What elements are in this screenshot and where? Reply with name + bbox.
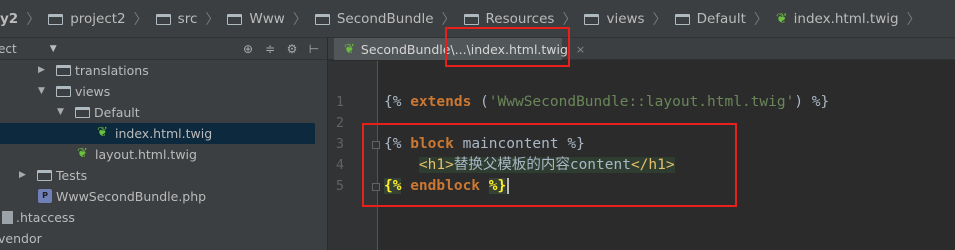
annotation-box-code [362, 123, 737, 207]
folder-icon [463, 14, 479, 25]
breadcrumb-label: Resources [485, 10, 555, 27]
breadcrumb-item-project[interactable]: y2 [0, 8, 20, 30]
breadcrumb-item-secondbundle[interactable]: SecondBundle [313, 8, 436, 30]
project-panel-header: ect ▼ ⊕ ≑ ⚙ ⊢ [0, 38, 327, 60]
folder-icon [227, 14, 243, 25]
collapse-icon[interactable]: ≑ [263, 42, 277, 56]
folder-icon [56, 86, 71, 97]
code-line-1: {% extends ('WwwSecondBundle::layout.htm… [384, 92, 829, 113]
chevron-down-icon[interactable]: ▼ [50, 44, 57, 54]
twig-delimiter: {% [384, 94, 402, 110]
collapse-arrow-icon[interactable]: ▼ [57, 107, 64, 117]
breadcrumb-item-src[interactable]: src [154, 8, 200, 30]
line-number: 5 [335, 178, 344, 194]
gear-icon[interactable]: ⚙ [285, 42, 299, 56]
tree-item-label: WwwSecondBundle.php [56, 189, 207, 204]
tree-item-translations[interactable]: ▶ translations [0, 60, 327, 81]
tree-item-label: .htaccess [16, 210, 75, 225]
breadcrumb-label: index.html.twig [793, 10, 899, 27]
breadcrumb-separator-icon: 〉 [205, 11, 220, 28]
folder-icon [584, 14, 600, 25]
breadcrumb-item-project2[interactable]: project2 [46, 8, 127, 30]
breadcrumb-label: SecondBundle [336, 10, 434, 27]
project-view-selector[interactable]: ect [0, 42, 17, 56]
line-number: 2 [335, 115, 344, 131]
folder-icon [314, 14, 330, 25]
twig-file-icon: ❦ [77, 146, 88, 161]
breadcrumb-label: project2 [70, 10, 126, 27]
paren: ) [794, 94, 804, 110]
line-number: 3 [335, 136, 344, 152]
line-number: 1 [335, 94, 344, 110]
hide-icon[interactable]: ⊢ [307, 42, 321, 56]
php-file-icon: P [38, 189, 52, 203]
breadcrumb-separator-icon: 〉 [562, 11, 577, 28]
tree-item-label: index.html.twig [115, 126, 213, 141]
tree-item-label: vendor [0, 231, 42, 246]
breadcrumb-separator-icon: 〉 [292, 11, 307, 28]
editor-tab-bar: ❦ SecondBundle\ ...\index.html.twig × [328, 38, 955, 60]
tree-item-label: layout.html.twig [95, 147, 197, 162]
folder-icon [48, 14, 64, 25]
folder-icon [674, 14, 690, 25]
breadcrumb-separator-icon: 〉 [906, 11, 921, 28]
breadcrumb-label: views [606, 10, 645, 27]
tree-item-bundle-php[interactable]: P WwwSecondBundle.php [0, 186, 327, 207]
twig-file-icon: ❦ [97, 125, 108, 140]
breadcrumb-separator-icon: 〉 [26, 11, 41, 28]
tree-item-label: translations [75, 63, 149, 78]
tree-item-views[interactable]: ▼ views [0, 81, 327, 102]
expand-arrow-icon[interactable]: ▶ [19, 170, 26, 180]
twig-file-icon: ❦ [344, 41, 355, 57]
project-tree: ▶ translations ▼ views ▼ Default ❦ index… [0, 60, 327, 250]
breadcrumb-label: Default [696, 10, 746, 27]
breadcrumb-separator-icon: 〉 [652, 11, 667, 28]
string-literal: 'WwwSecondBundle::layout.html.twig' [488, 94, 795, 110]
tree-item-layout-twig[interactable]: ❦ layout.html.twig [0, 144, 327, 165]
tree-item-label: Tests [56, 168, 88, 183]
twig-keyword: extends [410, 94, 472, 110]
annotation-box-tab [445, 27, 570, 67]
expand-arrow-icon[interactable]: ▶ [38, 65, 45, 75]
close-icon[interactable]: × [576, 43, 585, 56]
project-toolbar: ⊕ ≑ ⚙ ⊢ [241, 38, 327, 60]
tree-item-label: Default [94, 105, 140, 120]
folder-icon [56, 65, 71, 76]
paren: ( [480, 94, 489, 110]
breadcrumb-separator-icon: 〉 [133, 11, 148, 28]
breadcrumb-item-www[interactable]: Www [225, 8, 286, 30]
tree-item-default[interactable]: ▼ Default [0, 102, 327, 123]
folder-icon [75, 107, 90, 118]
twig-file-icon: ❦ [775, 10, 788, 27]
twig-delimiter: %} [811, 94, 830, 110]
breadcrumb-label: y2 [0, 10, 19, 27]
line-number: 4 [335, 157, 344, 173]
breadcrumb-label: src [177, 10, 198, 27]
folder-icon [155, 14, 171, 25]
folder-icon [37, 170, 52, 181]
breadcrumb-label: Www [249, 10, 285, 27]
tab-label-prefix: SecondBundle\ [360, 41, 455, 57]
target-icon[interactable]: ⊕ [241, 42, 255, 56]
tree-item-label: views [75, 84, 111, 99]
tree-item-index-twig[interactable]: ❦ index.html.twig [0, 123, 315, 144]
file-icon [2, 211, 13, 224]
breadcrumb-item-index-twig[interactable]: ❦ index.html.twig [774, 8, 901, 30]
collapse-arrow-icon[interactable]: ▼ [38, 86, 45, 96]
breadcrumb-separator-icon: 〉 [753, 11, 768, 28]
tree-item-tests[interactable]: ▶ Tests [0, 165, 327, 186]
tree-item-vendor[interactable]: vendor [0, 228, 327, 249]
tree-item-htaccess[interactable]: .htaccess [0, 207, 327, 228]
breadcrumb-separator-icon: 〉 [441, 11, 456, 28]
breadcrumb-item-default[interactable]: Default [673, 8, 748, 30]
breadcrumb-item-views[interactable]: views [582, 8, 646, 30]
